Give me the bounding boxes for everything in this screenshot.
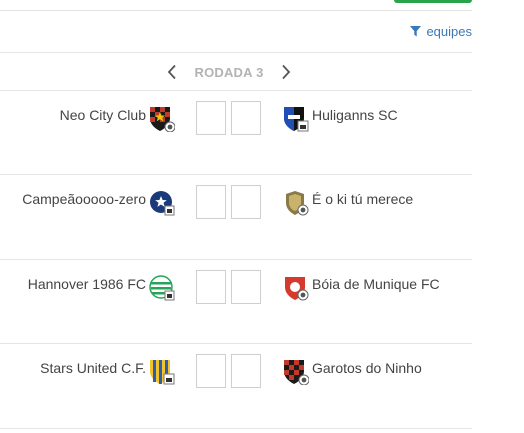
crest-black-blue-icon [283,106,309,132]
match-row: Hannover 1986 FC Bóia de Munique FC [0,260,472,344]
round-navigation: RODADA 3 [166,62,292,82]
home-team-name[interactable]: Stars United C.F. [40,360,146,376]
filter-label: equipes [426,24,472,39]
divider [0,428,472,429]
home-score-input[interactable] [196,354,226,388]
crest-red-white-icon [283,275,309,301]
filter-teams-button[interactable]: equipes [410,24,472,39]
away-team-name[interactable]: Garotos do Ninho [312,360,422,376]
crest-blue-yellow-icon [149,359,175,385]
divider [0,52,472,53]
home-team-name[interactable]: Hannover 1986 FC [28,276,146,292]
away-score-input[interactable] [231,101,261,135]
away-score-input[interactable] [231,354,261,388]
crest-gold-shield-icon [283,190,309,216]
crest-red-black-checkered-icon [283,359,309,385]
chevron-right-icon[interactable] [280,64,292,80]
crest-green-white-stripes-icon [149,275,175,301]
away-team-name[interactable]: É o ki tú merece [312,191,413,207]
home-team-name[interactable]: Campeãooooo-zero [22,191,146,207]
top-action-button-edge[interactable] [394,0,472,3]
home-score-input[interactable] [196,185,226,219]
crest-navy-star-icon [149,190,175,216]
home-score-input[interactable] [196,270,226,304]
match-row: Campeãooooo-zero É o ki tú merece [0,175,472,259]
match-row: Neo City Club Huliganns SC [0,91,472,175]
header-divider [0,10,472,11]
crest-red-black-checkered-icon [149,106,175,132]
away-team-name[interactable]: Huliganns SC [312,107,398,123]
home-team-name[interactable]: Neo City Club [60,107,146,123]
chevron-left-icon[interactable] [166,64,178,80]
filter-funnel-icon [410,26,422,37]
home-score-input[interactable] [196,101,226,135]
away-team-name[interactable]: Bóia de Munique FC [312,276,440,292]
match-row: Stars United C.F. Garotos do Ninho [0,344,472,428]
away-score-input[interactable] [231,270,261,304]
away-score-input[interactable] [231,185,261,219]
round-label: RODADA 3 [194,64,264,80]
